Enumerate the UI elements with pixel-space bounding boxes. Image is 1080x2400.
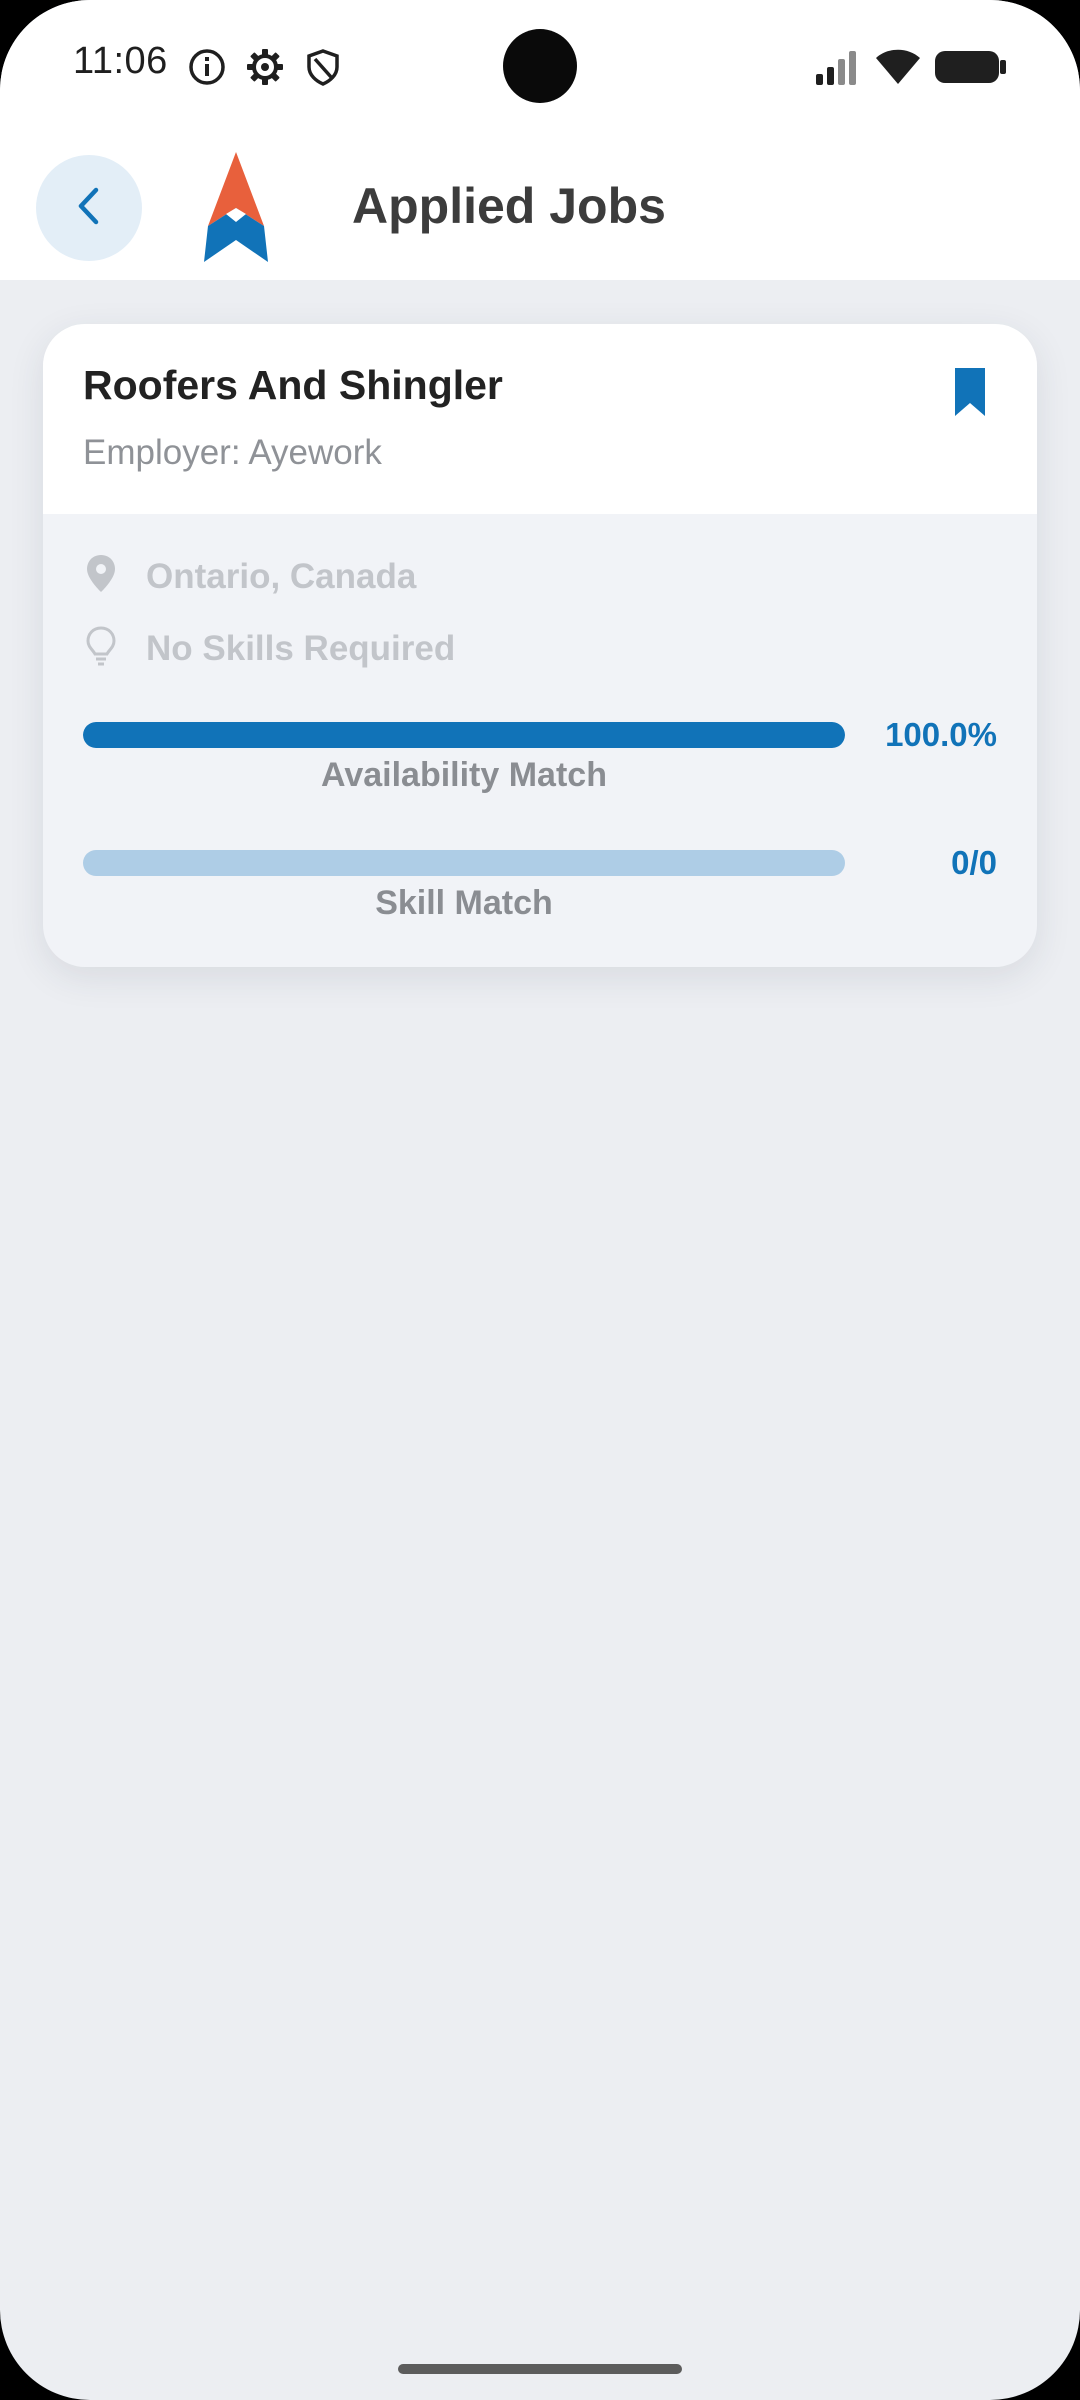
battery-icon (934, 49, 1008, 90)
availability-progress-bar (83, 722, 845, 748)
job-title: Roofers And Shingler (83, 362, 503, 408)
skill-value: 0/0 (951, 844, 997, 881)
back-button[interactable] (36, 155, 142, 261)
job-card[interactable]: Roofers And Shingler Employer: Ayework O… (43, 324, 1037, 967)
status-time: 11:06 (73, 40, 168, 82)
availability-progress-fill (83, 722, 845, 748)
wifi-icon (874, 46, 922, 91)
camera-cutout (503, 29, 577, 103)
signal-icon (814, 50, 860, 91)
location-text: Ontario, Canada (146, 557, 417, 596)
availability-label: Availability Match (321, 756, 607, 794)
bookmark-icon[interactable] (951, 366, 989, 423)
job-card-header: Roofers And Shingler Employer: Ayework (43, 324, 1037, 514)
location-pin-icon (83, 552, 119, 601)
app-bar: Applied Jobs (0, 130, 1080, 280)
skills-row: No Skills Required (83, 624, 783, 674)
screen: 11:06 Applied Jobs Roofers And Shingler … (0, 0, 1080, 2400)
availability-value: 100.0% (885, 716, 997, 753)
skill-label: Skill Match (375, 884, 553, 922)
page-title: Applied Jobs (352, 178, 666, 234)
location-row: Ontario, Canada (83, 552, 783, 602)
chevron-left-icon (71, 184, 107, 233)
app-logo (198, 150, 274, 269)
skill-progress-bar (83, 850, 845, 876)
home-indicator[interactable] (398, 2364, 682, 2374)
employer-label: Employer: Ayework (83, 433, 382, 472)
gear-icon (245, 47, 285, 92)
lightbulb-icon (83, 624, 119, 673)
skills-text: No Skills Required (146, 629, 456, 668)
status-bar: 11:06 (0, 0, 1080, 130)
info-icon (187, 47, 227, 92)
shield-icon (303, 47, 343, 92)
